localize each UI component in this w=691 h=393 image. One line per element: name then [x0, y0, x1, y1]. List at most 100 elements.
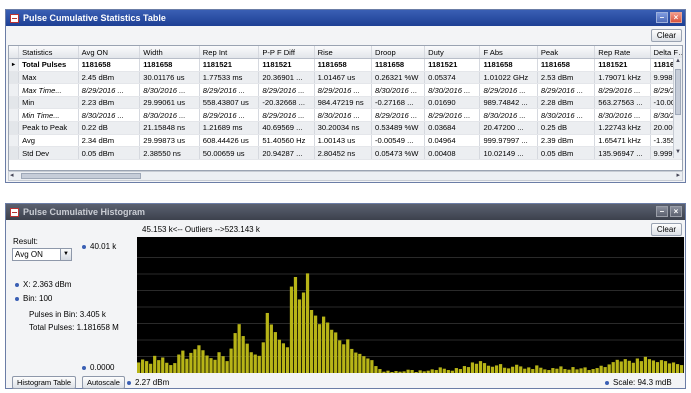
column-header[interactable]: Droop — [371, 46, 426, 60]
row-selector[interactable]: ▸ — [9, 58, 20, 72]
column-header[interactable]: Width — [139, 46, 200, 60]
table-cell: 1.65471 kHz — [594, 134, 651, 148]
histogram-bar — [470, 362, 475, 373]
column-header[interactable]: Rise — [314, 46, 373, 60]
histogram-window-titlebar[interactable]: Pulse Cumulative Histogram – × — [6, 204, 685, 220]
histogram-bar — [342, 344, 346, 373]
histogram-bar — [434, 370, 438, 373]
histogram-bar — [462, 366, 467, 373]
row-selector[interactable] — [9, 71, 20, 85]
histogram-bar — [547, 370, 551, 373]
histogram-bar — [301, 292, 306, 373]
close-icon[interactable]: × — [670, 12, 682, 23]
histogram-bar — [422, 371, 426, 373]
histogram-bar — [478, 361, 483, 373]
table-row[interactable]: Min 2.23 dBm 29.99061 us 558.43807 us -20.32… — [9, 96, 682, 110]
histogram-bar — [197, 345, 201, 373]
table-cell: 8/30/2016 ... — [537, 108, 596, 123]
table-cell: 8/30/2016 ... — [594, 108, 651, 123]
statistic-name-cell: Std Dev — [18, 146, 79, 160]
scale-marker-icon[interactable] — [605, 380, 609, 385]
chevron-down-icon[interactable]: ▼ — [60, 249, 71, 260]
histogram-bar — [575, 369, 579, 373]
table-row[interactable]: Max 2.45 dBm 30.01176 us 1.77533 ms 20.36901… — [9, 71, 682, 85]
histogram-plot[interactable] — [137, 237, 684, 373]
histogram-bar — [663, 361, 668, 373]
column-header[interactable]: Duty — [424, 46, 481, 60]
histogram-bar — [438, 367, 442, 373]
y-max-marker-icon[interactable] — [82, 244, 86, 249]
table-horizontal-scrollbar[interactable]: ◂ ▸ — [8, 171, 683, 181]
autoscale-button[interactable]: Autoscale — [82, 376, 125, 389]
table-row[interactable]: Min Time... 8/30/2016 ... 8/30/2016 ... 8/2… — [9, 108, 682, 123]
row-selector[interactable] — [9, 83, 20, 97]
bin-value: Bin: 100 — [23, 294, 53, 303]
histogram-bar — [386, 370, 390, 373]
window-app-icon — [10, 207, 19, 217]
row-selector[interactable] — [9, 121, 20, 135]
table-row[interactable]: Std Dev 0.05 dBm 2.38550 ns 50.00659 us 20.9… — [9, 146, 682, 160]
minimize-icon[interactable]: – — [656, 206, 668, 217]
table-cell: 8/29/2016 ... — [199, 83, 260, 97]
histogram-clear-button[interactable]: Clear — [650, 223, 682, 236]
horizontal-scroll-thumb[interactable] — [21, 173, 141, 179]
histogram-bar — [595, 368, 599, 373]
table-cell: 0.53489 %W — [371, 121, 426, 135]
scroll-up-icon[interactable]: ▲ — [674, 58, 682, 67]
histogram-bar — [494, 365, 499, 373]
row-selector[interactable] — [9, 108, 20, 123]
x-marker-icon[interactable] — [15, 282, 19, 287]
table-cell: 8/30/2016 ... — [371, 83, 426, 97]
y-min-marker-icon[interactable] — [82, 365, 86, 370]
table-row[interactable]: ▸ Total Pulses 1181658 1181658 1181521 118152… — [9, 58, 682, 72]
histogram-bar — [671, 362, 676, 373]
histogram-bar — [515, 364, 519, 373]
column-header[interactable]: P-P F Diff — [258, 46, 315, 60]
row-selector[interactable] — [9, 134, 20, 148]
table-cell: 1.22743 kHz — [594, 121, 651, 135]
column-header[interactable]: Statistics — [18, 46, 79, 60]
table-row[interactable]: Max Time... 8/29/2016 ... 8/30/2016 ... 8/2… — [9, 83, 682, 97]
statistic-name-cell: Min — [18, 96, 79, 110]
bin-marker-icon[interactable] — [15, 296, 19, 301]
close-icon[interactable]: × — [670, 206, 682, 217]
table-vertical-scrollbar[interactable]: ▲ ▼ — [673, 58, 682, 158]
column-header[interactable]: Avg ON — [78, 46, 141, 60]
table-row[interactable]: Peak to Peak 0.22 dB 21.15848 ns 1.21689 ms… — [9, 121, 682, 135]
row-selector[interactable] — [9, 96, 20, 110]
row-selector[interactable] — [9, 146, 20, 160]
scroll-down-icon[interactable]: ▼ — [674, 149, 682, 158]
column-header[interactable]: Delta Freq — [650, 46, 682, 60]
histogram-window: Pulse Cumulative Histogram – × Clear 45.… — [5, 203, 686, 389]
histogram-bar — [579, 368, 583, 373]
table-cell: 0.00408 — [424, 146, 481, 160]
table-cell: 1181658 — [314, 58, 373, 72]
table-cell: 8/30/2016 ... — [424, 83, 481, 97]
column-header[interactable]: Rep Rate — [594, 46, 651, 60]
table-cell: 1181521 — [258, 58, 315, 72]
table-window-titlebar[interactable]: Pulse Cumulative Statistics Table – × — [6, 10, 685, 26]
x-start-marker-icon[interactable] — [127, 380, 131, 385]
histogram-bar — [177, 354, 181, 373]
result-select-value: Avg ON — [15, 250, 43, 259]
histogram-chart[interactable] — [137, 237, 684, 373]
histogram-bar — [137, 362, 141, 373]
result-select[interactable]: Avg ON ▼ — [12, 248, 72, 261]
column-header[interactable]: Peak — [537, 46, 596, 60]
scroll-left-icon[interactable]: ◂ — [10, 171, 14, 179]
table-cell: 2.39 dBm — [537, 134, 596, 148]
histogram-bar — [205, 355, 209, 373]
table-cell: 20.36901 ... — [258, 71, 315, 85]
minimize-icon[interactable]: – — [656, 12, 668, 23]
table-cell: 1.21689 ms — [199, 121, 260, 135]
column-header[interactable]: F Abs — [479, 46, 538, 60]
histogram-bar — [265, 312, 269, 373]
histogram-table-button[interactable]: Histogram Table — [12, 376, 77, 389]
table-row[interactable]: Avg 2.34 dBm 29.99873 us 608.44426 us 51.405… — [9, 134, 682, 148]
vertical-scroll-thumb[interactable] — [675, 69, 681, 115]
table-cell: 0.26321 %W — [371, 71, 426, 85]
table-clear-button[interactable]: Clear — [650, 29, 682, 42]
scroll-right-icon[interactable]: ▸ — [676, 171, 680, 179]
column-header[interactable]: Rep Int — [199, 46, 260, 60]
histogram-bar — [679, 365, 684, 373]
